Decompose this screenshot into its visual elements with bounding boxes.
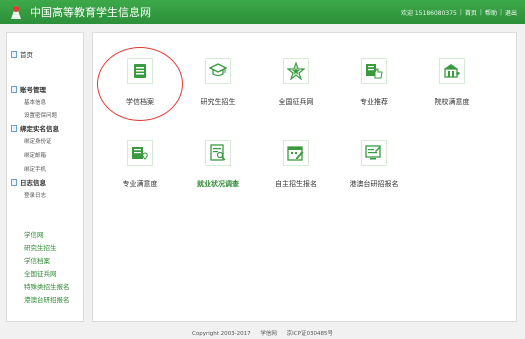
top-nav: 欢迎 15186080375 | 首页 | 帮助 | 退出: [400, 8, 517, 17]
document-icon: [11, 85, 17, 93]
recommend-icon: [361, 58, 387, 84]
sidebar-item-login-log[interactable]: 登录日志: [24, 191, 46, 199]
survey-icon: [205, 140, 231, 166]
logout-link[interactable]: 退出: [505, 8, 517, 17]
sidebar-heading-log[interactable]: 日志信息: [11, 177, 46, 187]
tile-label: 院校满意度: [434, 98, 470, 106]
document-icon: [11, 124, 17, 132]
logo-icon: [11, 5, 21, 19]
site-title: 中国高等教育学生信息网: [30, 6, 151, 19]
top-header: 中国高等教育学生信息网 欢迎 15186080375 | 首页 | 帮助 | 退…: [0, 0, 525, 24]
welcome-text: 欢迎 15186080375: [400, 10, 457, 17]
sidebar-item-basic-info[interactable]: 基本信息: [24, 98, 46, 106]
sidebar-link-archive[interactable]: 学信档案: [24, 255, 50, 265]
tile-major-recommend[interactable]: 专业推荐: [344, 58, 404, 107]
sidebar-link-special-admission[interactable]: 特殊类招生报名: [24, 281, 70, 291]
tile-label: 专业推荐: [360, 98, 388, 106]
sidebar-heading-realname[interactable]: 绑定实名信息: [11, 123, 59, 133]
tile-label: 港澳台研招报名: [349, 180, 399, 188]
calendar-icon: [283, 140, 309, 166]
tile-label: 专业满意度: [122, 180, 158, 188]
graduate-cap-icon: [205, 58, 231, 84]
home-link[interactable]: 首页: [465, 8, 477, 17]
sidebar-link-grad-admission[interactable]: 研究生招生: [24, 242, 57, 252]
sidebar: 首页 账号管理 基本信息 设置密保问题 绑定实名信息 绑定身份证 绑定邮箱 绑定…: [6, 32, 84, 322]
sidebar-link-conscription[interactable]: 全国征兵网: [24, 268, 57, 278]
tile-xuexin-archive[interactable]: 学信档案: [110, 58, 170, 107]
major-rating-icon: [127, 140, 153, 166]
copyright-text: Copyright 2003-2017: [192, 331, 251, 337]
star-icon: [283, 58, 309, 84]
form-icon: [361, 140, 387, 166]
sidebar-item-security-question[interactable]: 设置密保问题: [24, 111, 57, 119]
tile-grad-admission[interactable]: 研究生招生: [188, 58, 248, 107]
icp-text: 京ICP证030485号: [286, 331, 333, 337]
tile-label: 全国征兵网: [278, 98, 314, 106]
tile-school-satisfaction[interactable]: 院校满意度: [422, 58, 482, 107]
tile-label: 自主招生报名: [275, 180, 317, 188]
tile-label: 研究生招生: [200, 98, 236, 106]
document-icon: [11, 178, 17, 186]
tile-employment-survey[interactable]: 就业状况调查: [188, 140, 248, 189]
tile-independent-enrollment[interactable]: 自主招生报名: [266, 140, 326, 189]
sidebar-item-bind-phone[interactable]: 绑定手机: [24, 165, 46, 173]
tile-label: 就业状况调查: [197, 180, 239, 188]
tile-conscription[interactable]: 全国征兵网: [266, 58, 326, 107]
archive-icon: [127, 58, 153, 84]
sidebar-link-chsi[interactable]: 学信网: [24, 229, 44, 239]
footer-site-link[interactable]: 学信网: [260, 331, 277, 337]
footer: Copyright 2003-2017 学信网 京ICP证030485号: [0, 329, 525, 337]
help-link[interactable]: 帮助: [485, 8, 497, 17]
tile-major-satisfaction[interactable]: 专业满意度: [110, 140, 170, 189]
sidebar-link-hkmt-admission[interactable]: 港澳台研招报名: [24, 294, 70, 304]
tile-label: 学信档案: [126, 98, 154, 106]
sidebar-item-bind-id[interactable]: 绑定身份证: [24, 137, 52, 145]
sidebar-item-bind-email[interactable]: 绑定邮箱: [24, 151, 46, 159]
sidebar-item-home[interactable]: 首页: [11, 49, 33, 59]
sidebar-heading-account[interactable]: 账号管理: [11, 84, 46, 94]
school-rating-icon: [439, 58, 465, 84]
document-icon: [11, 50, 17, 58]
tile-hkmt-admission[interactable]: 港澳台研招报名: [344, 140, 404, 189]
